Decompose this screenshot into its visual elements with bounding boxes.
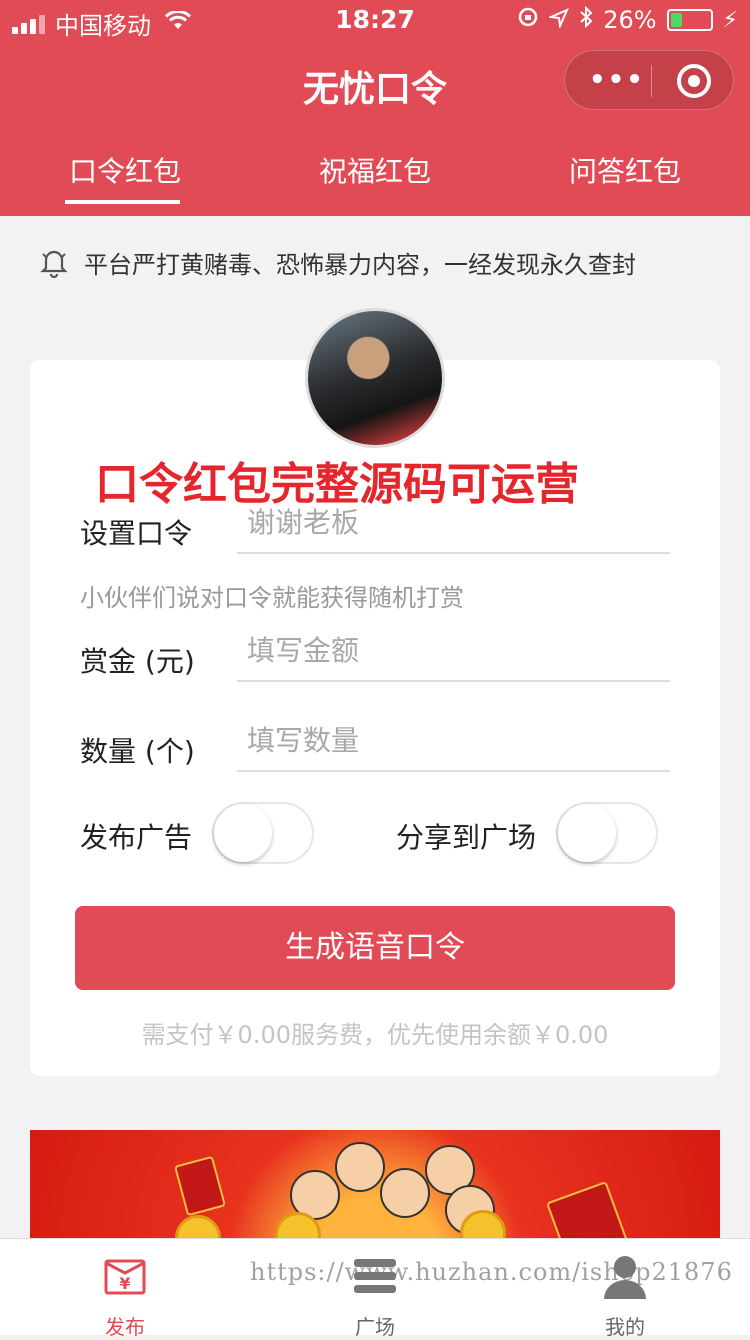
quantity-label: 数量 (个): [80, 735, 195, 768]
promo-overlay-text: 口令红包完整源码可运营: [95, 459, 579, 510]
toggle-knob: [558, 804, 616, 862]
promo-banner[interactable]: [30, 1130, 720, 1240]
tab-publish-label: 发布: [105, 1315, 145, 1339]
tab-mine[interactable]: 我的: [500, 1239, 750, 1339]
status-bar: 中国移动 18:27 26% ⚡: [0, 0, 750, 40]
watermark-text: https://www.huzhan.com/ishop21876: [250, 1258, 733, 1286]
tab-password-packet[interactable]: 口令红包: [0, 150, 250, 204]
amount-field[interactable]: [237, 634, 680, 682]
amount-input[interactable]: [237, 634, 680, 667]
payment-note: 需支付￥0.00服务费，优先使用余额￥0.00: [141, 1021, 609, 1049]
share-square-label: 分享到广场: [396, 821, 537, 854]
header: 中国移动 18:27 26% ⚡ 无忧口令 ••• 口令红包 祝福红包 问答红包: [0, 0, 750, 216]
bottom-tab-bar: ¥ 发布 广场 我的: [0, 1238, 750, 1339]
tab-publish[interactable]: ¥ 发布: [0, 1239, 250, 1339]
password-hint: 小伙伴们说对口令就能获得随机打赏: [80, 584, 464, 612]
generate-voice-password-button[interactable]: 生成语音口令: [75, 906, 675, 990]
notice-text: 平台严打黄赌毒、恐怖暴力内容，一经发现永久查封: [84, 251, 636, 279]
quantity-input[interactable]: [237, 724, 680, 757]
bluetooth-icon: [579, 5, 593, 34]
orientation-lock-icon: [517, 6, 539, 34]
tab-square-label: 广场: [355, 1315, 395, 1339]
coin-icon: [175, 1215, 221, 1240]
close-target-icon[interactable]: [677, 64, 711, 98]
tab-quiz-packet[interactable]: 问答红包: [500, 150, 750, 190]
capsule-divider: [651, 65, 652, 97]
mini-program-capsule[interactable]: •••: [564, 50, 734, 110]
bell-icon: [40, 248, 68, 278]
cartoon-face-icon: [380, 1168, 430, 1218]
tab-bar-top: 口令红包 祝福红包 问答红包: [0, 150, 750, 210]
amount-label: 赏金 (元): [80, 645, 195, 678]
avatar: [305, 308, 445, 448]
battery-icon: [666, 9, 713, 31]
tab-square[interactable]: 广场: [250, 1239, 500, 1339]
notice-bar: 平台严打黄赌毒、恐怖暴力内容，一经发现永久查封: [40, 245, 636, 280]
charging-icon: ⚡: [722, 7, 738, 33]
red-envelope-icon: [545, 1180, 629, 1240]
toggle-knob: [214, 804, 272, 862]
location-icon: [547, 6, 570, 34]
svg-text:¥: ¥: [119, 1274, 130, 1293]
more-icon[interactable]: •••: [589, 65, 645, 95]
password-label: 设置口令: [80, 517, 193, 550]
cartoon-face-icon: [335, 1142, 385, 1192]
tab-mine-label: 我的: [605, 1315, 645, 1339]
publish-ad-label: 发布广告: [80, 821, 193, 854]
password-field[interactable]: [237, 506, 680, 554]
status-right: 26% ⚡: [517, 5, 738, 34]
envelope-yen-icon: ¥: [102, 1253, 148, 1299]
tab-blessing-packet[interactable]: 祝福红包: [250, 150, 500, 190]
publish-ad-toggle[interactable]: [212, 802, 314, 864]
quantity-field[interactable]: [237, 724, 680, 772]
red-envelope-icon: [173, 1155, 227, 1217]
share-square-toggle[interactable]: [556, 802, 658, 864]
battery-percent: 26%: [603, 6, 657, 34]
